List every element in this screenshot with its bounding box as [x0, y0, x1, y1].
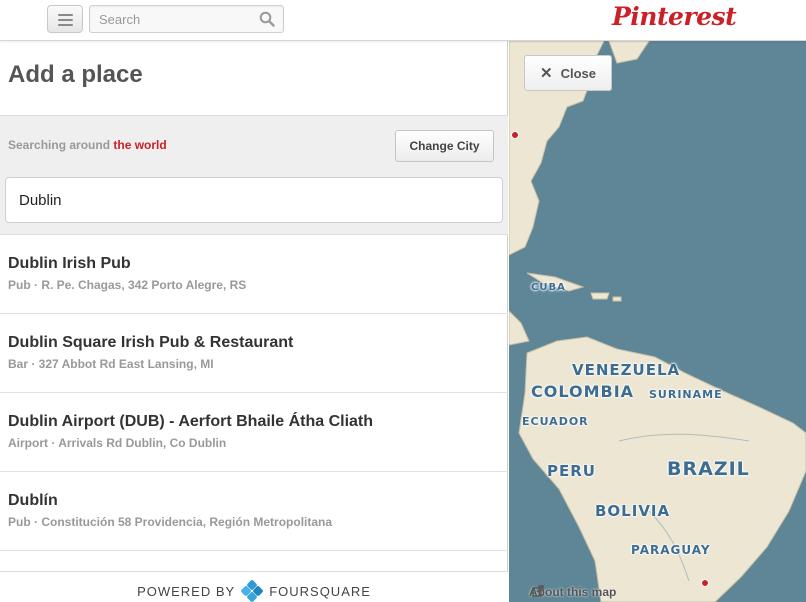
powered-by-footer: POWERED BY FOURSQUARE	[0, 571, 508, 602]
hamburger-menu-icon[interactable]	[47, 5, 83, 33]
map-label-brazil: BRAZIL	[667, 458, 750, 480]
result-name: Dublin Airport (DUB) - Aerfort Bhaile Át…	[8, 413, 374, 430]
result-name: Dublin Irish Pub	[8, 255, 131, 272]
result-meta: Bar · 327 Abbot Rd East Lansing, MI	[8, 357, 214, 371]
searching-around-text: Searching around the world	[8, 138, 167, 152]
map-label-colombia: COLOMBIA	[531, 382, 635, 401]
place-search-input[interactable]	[5, 177, 503, 223]
result-meta: Pub · R. Pe. Chagas, 342 Porto Alegre, R…	[8, 278, 247, 292]
map-label-ecuador: ECUADOR	[522, 415, 589, 428]
close-map-button[interactable]: ✕ Close	[524, 55, 612, 91]
result-item[interactable]: Dublin Airport (DUB) - Aerfort Bhaile Át…	[0, 393, 508, 472]
result-name: Dublín	[8, 492, 58, 509]
map-label-peru: PERU	[547, 462, 596, 480]
map-label-cuba: CUBA	[531, 282, 566, 293]
map-pin-porto-alegre[interactable]	[701, 579, 709, 587]
top-bar: Pinterest	[0, 0, 806, 41]
pinterest-logo[interactable]: Pinterest	[612, 2, 737, 31]
result-item[interactable]: Dublín Pub · Constitución 58 Providencia…	[0, 472, 508, 551]
result-meta: Pub · Constitución 58 Providencia, Regió…	[8, 515, 333, 529]
city-search-bar: Searching around the world Change City	[0, 115, 508, 235]
about-map-link[interactable]: About this map	[529, 585, 616, 599]
close-icon: ✕	[540, 65, 553, 82]
page-title: Add a place	[8, 61, 143, 88]
external-link-icon	[532, 585, 544, 597]
result-item[interactable]: Dublin Irish Pub Pub · R. Pe. Chagas, 34…	[0, 235, 508, 314]
search-box	[89, 5, 284, 33]
map-pin-east-lansing[interactable]	[511, 131, 519, 139]
result-meta: Airport · Arrivals Rd Dublin, Co Dublin	[8, 436, 227, 450]
foursquare-label: FOURSQUARE	[269, 583, 371, 599]
foursquare-icon	[241, 580, 264, 602]
map-label-venezuela: VENEZUELA	[572, 361, 681, 379]
map-view[interactable]: CUBA VENEZUELA COLOMBIA SURINAME ECUADOR…	[509, 41, 806, 602]
add-place-panel: Add a place Searching around the world C…	[0, 41, 508, 602]
searching-location: the world	[113, 138, 167, 152]
map-label-bolivia: BOLIVIA	[595, 502, 671, 520]
change-city-button[interactable]: Change City	[395, 130, 494, 162]
search-input[interactable]	[90, 6, 250, 32]
results-list: Dublin Irish Pub Pub · R. Pe. Chagas, 34…	[0, 235, 508, 551]
powered-by-label: POWERED BY	[137, 583, 236, 599]
map-label-suriname: SURINAME	[649, 388, 723, 401]
result-item[interactable]: Dublin Square Irish Pub & Restaurant Bar…	[0, 314, 508, 393]
search-icon[interactable]	[259, 11, 275, 27]
result-name: Dublin Square Irish Pub & Restaurant	[8, 334, 294, 351]
map-label-paraguay: PARAGUAY	[631, 543, 711, 557]
